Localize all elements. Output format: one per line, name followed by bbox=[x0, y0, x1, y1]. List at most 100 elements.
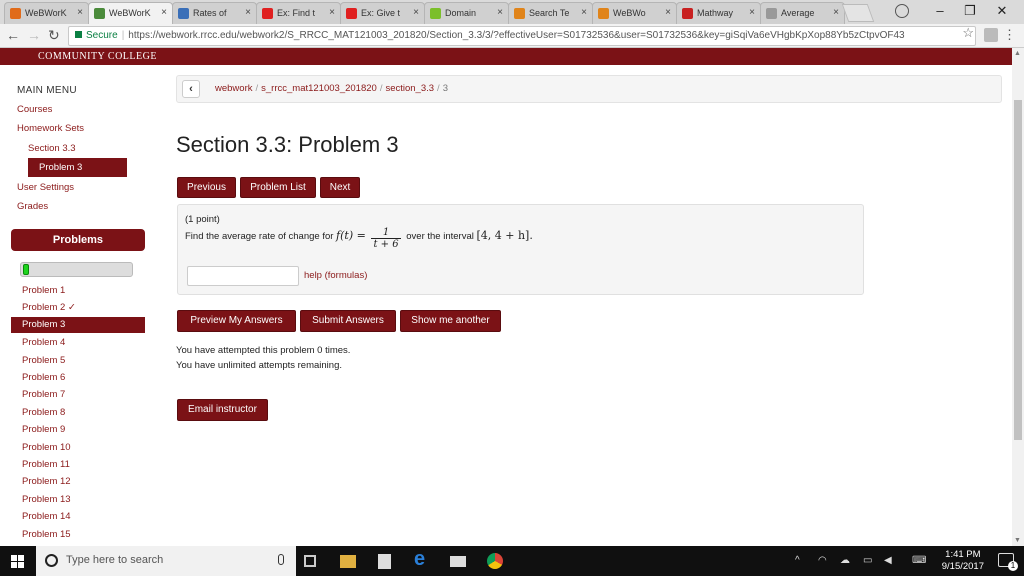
browser-tab[interactable]: WeBWorK × bbox=[4, 2, 89, 24]
tab-close-icon[interactable]: × bbox=[497, 3, 503, 23]
back-arrow-icon[interactable]: ← bbox=[6, 27, 20, 43]
problem-list-item[interactable]: Problem 14 bbox=[22, 511, 71, 522]
sidebar-item-section[interactable]: Section 3.3 bbox=[28, 143, 76, 154]
new-tab-button[interactable] bbox=[841, 4, 875, 22]
browser-tab[interactable]: Ex: Find t × bbox=[256, 2, 341, 24]
problem-list-button[interactable]: Problem List bbox=[240, 177, 316, 198]
breadcrumb: ‹ webwork / s_rrcc_mat121003_201820/sectio… bbox=[176, 75, 1002, 103]
bookmark-star-icon[interactable]: ☆ bbox=[962, 25, 974, 41]
tab-label: Average bbox=[781, 8, 815, 18]
problem-list-item[interactable]: Problem 13 bbox=[22, 494, 71, 505]
tab-close-icon[interactable]: × bbox=[665, 3, 671, 23]
fraction: 1 t + 6 bbox=[371, 227, 401, 250]
file-explorer-icon[interactable] bbox=[340, 555, 356, 568]
preview-answers-button[interactable]: Preview My Answers bbox=[177, 310, 296, 332]
tab-close-icon[interactable]: × bbox=[749, 3, 755, 23]
chrome-icon[interactable] bbox=[487, 553, 503, 569]
breadcrumb-section[interactable]: section_3.3 bbox=[385, 83, 434, 94]
browser-tab[interactable]: WeBWorK × bbox=[88, 2, 173, 24]
edge-icon[interactable]: e bbox=[414, 548, 432, 570]
volume-icon[interactable]: ◀ bbox=[884, 555, 892, 566]
browser-tab[interactable]: Mathway × bbox=[676, 2, 761, 24]
tab-label: Ex: Give t bbox=[361, 8, 401, 18]
fraction-denominator: t + 6 bbox=[373, 239, 399, 250]
browser-toolbar: ← → ↻ Secure | https://webwork.rrcc.edu/we… bbox=[0, 24, 1024, 48]
breadcrumb-course[interactable]: s_rrcc_mat121003_201820 bbox=[261, 83, 377, 94]
previous-button[interactable]: Previous bbox=[177, 177, 236, 198]
page-scrollbar[interactable]: ▲ ▼ bbox=[1012, 48, 1024, 546]
problem-list-item[interactable]: Problem 3 bbox=[11, 316, 145, 333]
tab-label: Domain bbox=[445, 8, 477, 18]
problem-list-item[interactable]: Problem 4 bbox=[22, 337, 65, 348]
webwork-page: COMMUNITY COLLEGE MAIN MENU Courses Home… bbox=[0, 48, 1012, 546]
battery-icon[interactable]: ▭ bbox=[863, 555, 872, 566]
problem-list-item[interactable]: Problem 11 bbox=[22, 459, 70, 470]
answer-input[interactable] bbox=[187, 266, 299, 286]
extension-icon[interactable] bbox=[984, 28, 998, 42]
email-instructor-button[interactable]: Email instructor bbox=[177, 399, 268, 421]
browser-tab[interactable]: Ex: Give t × bbox=[340, 2, 425, 24]
scroll-down-icon[interactable]: ▼ bbox=[1014, 537, 1021, 544]
tab-favicon-icon bbox=[10, 8, 21, 19]
tab-close-icon[interactable]: × bbox=[77, 3, 83, 23]
submit-answers-button[interactable]: Submit Answers bbox=[300, 310, 396, 332]
tab-close-icon[interactable]: × bbox=[581, 3, 587, 23]
browser-tab[interactable]: Domain × bbox=[424, 2, 509, 24]
show-another-button[interactable]: Show me another bbox=[400, 310, 501, 332]
problem-list-item[interactable]: Problem 2 ✓ bbox=[22, 302, 76, 313]
problem-list-item[interactable]: Problem 9 bbox=[22, 424, 65, 435]
reload-icon[interactable]: ↻ bbox=[48, 27, 60, 44]
cortana-icon bbox=[45, 554, 58, 567]
scrollbar-thumb[interactable] bbox=[1014, 100, 1022, 440]
sidebar-item-homework-sets[interactable]: Homework Sets bbox=[17, 123, 84, 134]
browser-menu-icon[interactable]: ⋮ bbox=[1003, 27, 1016, 43]
onedrive-icon[interactable]: ☁ bbox=[840, 555, 850, 566]
problem-list-item[interactable]: Problem 1 bbox=[22, 285, 65, 296]
problem-list-item[interactable]: Problem 15 bbox=[22, 529, 71, 540]
taskbar-search-box[interactable]: Type here to search bbox=[36, 546, 296, 576]
tab-close-icon[interactable]: × bbox=[413, 3, 419, 23]
keyboard-icon[interactable]: ⌨ bbox=[912, 555, 926, 566]
tray-chevron-icon[interactable]: ^ bbox=[795, 555, 800, 566]
problem-list-item[interactable]: Problem 5 bbox=[22, 355, 65, 366]
sidebar-item-user-settings[interactable]: User Settings bbox=[17, 182, 74, 193]
windows-start-icon[interactable] bbox=[11, 555, 24, 568]
next-button[interactable]: Next bbox=[320, 177, 360, 198]
back-chevron-icon[interactable]: ‹ bbox=[182, 80, 200, 98]
breadcrumb-webwork[interactable]: webwork bbox=[215, 83, 253, 94]
tab-label: WeBWorK bbox=[25, 8, 67, 18]
browser-tab[interactable]: Average × bbox=[760, 2, 845, 24]
tab-favicon-icon bbox=[598, 8, 609, 19]
scroll-up-icon[interactable]: ▲ bbox=[1014, 50, 1021, 57]
secure-label: Secure bbox=[86, 30, 118, 41]
sidebar-item-grades[interactable]: Grades bbox=[17, 201, 48, 212]
browser-tab[interactable]: Search Te × bbox=[508, 2, 593, 24]
problem-list-item[interactable]: Problem 10 bbox=[22, 442, 71, 453]
help-formulas-link[interactable]: help (formulas) bbox=[304, 270, 367, 281]
forward-arrow-icon[interactable]: → bbox=[27, 27, 41, 43]
tab-close-icon[interactable]: × bbox=[161, 3, 167, 23]
problem-list-item[interactable]: Problem 8 bbox=[22, 407, 65, 418]
tab-close-icon[interactable]: × bbox=[329, 3, 335, 23]
store-icon[interactable] bbox=[378, 554, 391, 569]
clock[interactable]: 1:41 PM 9/15/2017 bbox=[942, 549, 984, 573]
question-mid: over the interval bbox=[406, 231, 474, 243]
browser-tab[interactable]: WeBWo × bbox=[592, 2, 677, 24]
task-view-icon[interactable] bbox=[304, 555, 316, 567]
problem-list-item[interactable]: Problem 7 bbox=[22, 389, 65, 400]
sidebar-item-courses[interactable]: Courses bbox=[17, 104, 52, 115]
problem-list-item[interactable]: Problem 12 bbox=[22, 476, 71, 487]
browser-tab[interactable]: Rates of × bbox=[172, 2, 257, 24]
microphone-icon[interactable] bbox=[278, 554, 284, 565]
sidebar-item-problem-active[interactable]: Problem 3 bbox=[28, 158, 127, 177]
profile-icon[interactable] bbox=[895, 4, 909, 18]
page-title: Section 3.3: Problem 3 bbox=[176, 132, 399, 157]
address-bar[interactable]: Secure | https://webwork.rrcc.edu/webwork2… bbox=[68, 26, 976, 46]
problem-list-item[interactable]: Problem 6 bbox=[22, 372, 65, 383]
tab-close-icon[interactable]: × bbox=[245, 3, 251, 23]
window-close-icon[interactable]: ✕ bbox=[982, 0, 1022, 24]
problem-box: (1 point) Find the average rate of chang… bbox=[177, 204, 864, 295]
wifi-icon[interactable]: ◠ bbox=[818, 555, 827, 566]
tab-close-icon[interactable]: × bbox=[833, 3, 839, 23]
mail-icon[interactable] bbox=[450, 556, 466, 567]
